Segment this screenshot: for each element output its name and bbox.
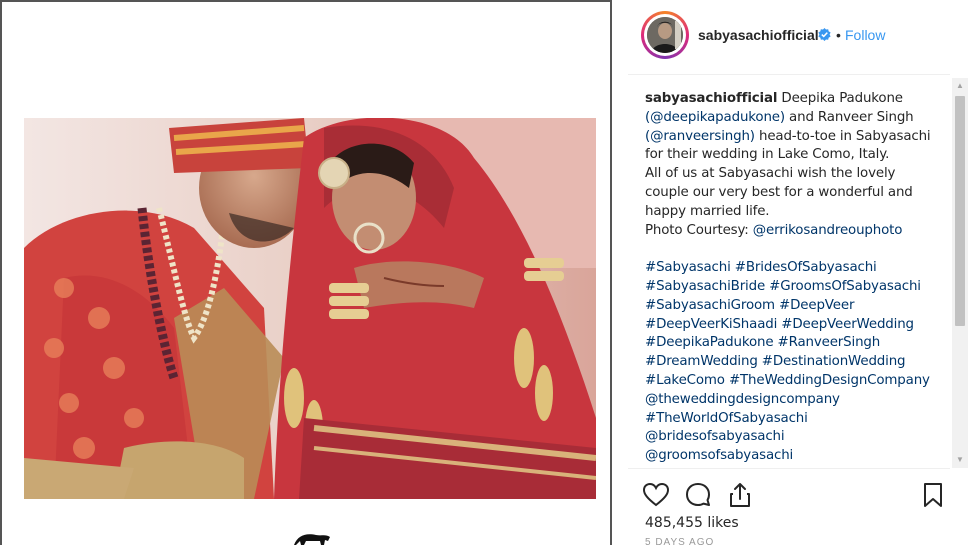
caption-line: for their wedding in Lake Como, Italy. [645,146,945,165]
hashtag-link[interactable]: #RanveerSingh [778,335,881,350]
caption-text: and Ranveer Singh [784,109,914,125]
caption-line: #SabyasachiGroom #DeepVeer [645,297,945,316]
caption-text: happy married life. [645,203,770,219]
comment-icon[interactable] [683,480,713,510]
avatar-photo [647,17,683,53]
hashtag-link[interactable]: #LakeComo [645,373,725,388]
caption-line: #SabyasachiBride #GroomsOfSabyasachi [645,278,945,297]
caption-line: #DeepVeerKiShaadi #DeepVeerWedding [645,316,945,335]
actions-divider [628,468,950,469]
likes-count[interactable]: 485,455 likes [645,515,739,531]
mention-link[interactable]: @bridesofsabyasachi [645,429,785,444]
caption-text: for their wedding in Lake Como, Italy. [645,147,890,163]
post-actions [612,476,970,512]
caption-line: #DreamWedding #DestinationWedding [645,353,945,372]
caption-line: sabyasachiofficial Deepika Padukone [645,90,945,109]
header-separator: • [836,27,841,43]
profile-portrait-icon [647,17,683,53]
hashtag-link[interactable]: #TheWeddingDesignCompany [729,373,930,388]
avatar[interactable] [644,14,686,56]
hashtag-link[interactable]: #DeepVeer [779,298,854,313]
hashtag-link[interactable]: #DestinationWedding [762,354,906,369]
mention-link[interactable]: @theweddingdesigncompany [645,392,840,407]
caption-text: head-to-toe in Sabyasachi [754,128,931,144]
scroll-thumb[interactable] [955,96,965,326]
wedding-photo-illustration [24,118,596,499]
hashtag-link[interactable]: #DreamWedding [645,354,758,369]
post-timestamp: 5 DAYS AGO [645,537,715,548]
follow-button[interactable]: Follow [845,27,885,43]
hashtag-link[interactable]: #DeepikaPadukone [645,335,774,350]
caption-line: @groomsofsabyasachi [645,447,945,466]
caption-line: #DeepikaPadukone #RanveerSingh [645,334,945,353]
caption-line: @bridesofsabyasachi [645,428,945,447]
verified-badge-icon [818,28,831,41]
post-sidebar: sabyasachiofficial • Follow sabyasachiof… [612,0,970,548]
heart-icon[interactable] [641,480,671,510]
caption-scrollbar[interactable]: ▲ ▼ [952,78,968,468]
caption-line: #LakeComo #TheWeddingDesignCompany [645,372,945,391]
caption-line: (@ranveersingh) head-to-toe in Sabyasach… [645,128,945,147]
caption-line: couple our very best for a wonderful and [645,184,945,203]
post-photo[interactable] [24,118,596,499]
hashtag-link[interactable]: #TheWorldOfSabyasachi [645,411,808,426]
caption-line: Photo Courtesy: @errikosandreouphoto [645,222,945,241]
header-divider [628,74,950,75]
hashtag-link[interactable]: #DeepVeerWedding [781,317,914,332]
mention-link[interactable]: (@deepikapadukone) [645,110,785,125]
hashtag-link[interactable]: #SabyasachiBride [645,279,765,294]
caption-username[interactable]: sabyasachiofficial [645,91,777,106]
mention-link[interactable]: @errikosandreouphoto [753,223,903,238]
post-username[interactable]: sabyasachiofficial [698,27,819,43]
media-panel [0,0,612,545]
hashtag-link[interactable]: #Sabyasachi [645,260,731,275]
bookmark-icon[interactable] [918,480,948,510]
caption-text: All of us at Sabyasachi wish the lovely [645,166,896,182]
caption-line: happy married life. [645,203,945,222]
caption-text: couple our very best for a wonderful and [645,184,913,200]
share-icon[interactable] [725,480,755,510]
post-header: sabyasachiofficial • Follow [612,0,970,72]
caption-line: (@deepikapadukone) and Ranveer Singh [645,109,945,128]
hashtag-link[interactable]: #BridesOfSabyasachi [735,260,877,275]
caption-text: Deepika Padukone [777,91,903,106]
story-ring[interactable] [641,11,689,59]
hashtag-link[interactable]: #DeepVeerKiShaadi [645,317,777,332]
caption-line: #TheWorldOfSabyasachi [645,410,945,429]
scroll-up-arrow-icon[interactable]: ▲ [952,78,968,94]
caption-line: All of us at Sabyasachi wish the lovely [645,165,945,184]
post-caption: sabyasachiofficial Deepika Padukone (@dee… [645,90,945,466]
scroll-down-arrow-icon[interactable]: ▼ [952,452,968,468]
hashtag-link[interactable]: #SabyasachiGroom [645,298,775,313]
mention-link[interactable]: (@ranveersingh) [645,129,755,144]
caption-text: Photo Courtesy: [645,222,753,238]
caption-line: #Sabyasachi #BridesOfSabyasachi [645,259,945,278]
caption-line: @theweddingdesigncompany [645,391,945,410]
hashtag-link[interactable]: #GroomsOfSabyasachi [769,279,921,294]
mention-link[interactable]: @groomsofsabyasachi [645,448,793,463]
